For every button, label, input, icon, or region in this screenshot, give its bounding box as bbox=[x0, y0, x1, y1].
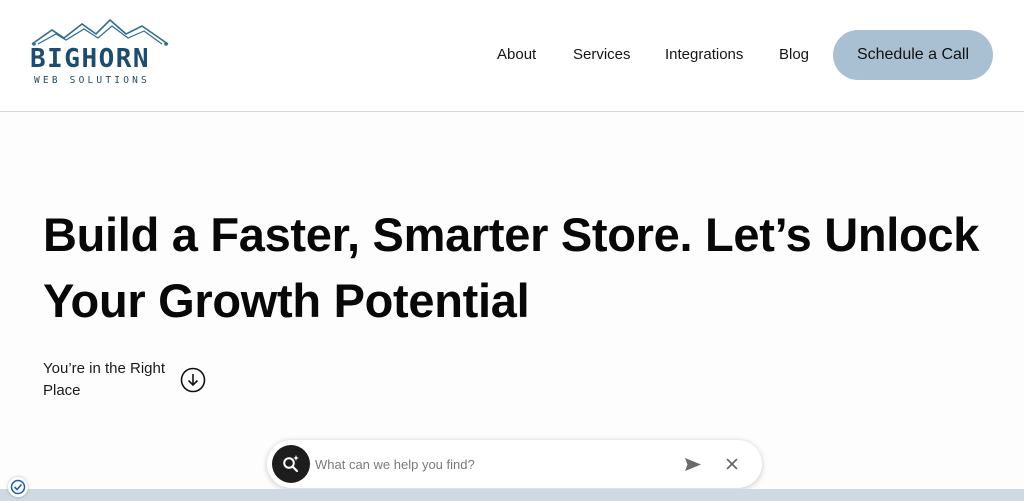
logo-tagline: WEB SOLUTIONS bbox=[34, 75, 150, 86]
verified-check-icon bbox=[10, 479, 26, 495]
verification-badge[interactable] bbox=[8, 477, 28, 497]
send-icon[interactable] bbox=[684, 457, 702, 472]
hero-subtitle-line-1: You’re in the Right bbox=[43, 360, 166, 377]
nav-about[interactable]: About bbox=[497, 45, 536, 65]
bottom-section-edge bbox=[0, 489, 1024, 501]
nav-blog[interactable]: Blog bbox=[779, 45, 809, 65]
nav-services[interactable]: Services bbox=[573, 45, 631, 65]
mountain-logo-icon bbox=[31, 18, 169, 46]
hero-subtitle: You’re in the Right Place bbox=[43, 358, 183, 402]
hero-title: Build a Faster, Smarter Store. Let’s Unl… bbox=[43, 202, 1003, 334]
nav-integrations[interactable]: Integrations bbox=[665, 45, 743, 65]
logo-wordmark: BIGHORN bbox=[30, 44, 151, 74]
hero-title-line-1: Build a Faster, Smarter Store. Let’s Unl… bbox=[43, 208, 980, 261]
ai-search-button[interactable] bbox=[272, 445, 310, 483]
search-bar bbox=[267, 440, 762, 488]
ai-search-icon bbox=[283, 455, 299, 473]
hero-subtitle-line-2: Place bbox=[43, 382, 81, 399]
close-icon[interactable] bbox=[725, 457, 739, 471]
logo[interactable]: BIGHORN WEB SOLUTIONS bbox=[30, 18, 170, 92]
arrow-down-circle-icon[interactable] bbox=[180, 367, 206, 393]
site-header: BIGHORN WEB SOLUTIONS About Services Int… bbox=[0, 0, 1024, 112]
hero-title-line-2: Your Growth Potential bbox=[43, 274, 530, 327]
schedule-call-button[interactable]: Schedule a Call bbox=[833, 30, 993, 80]
search-input[interactable] bbox=[315, 452, 665, 476]
